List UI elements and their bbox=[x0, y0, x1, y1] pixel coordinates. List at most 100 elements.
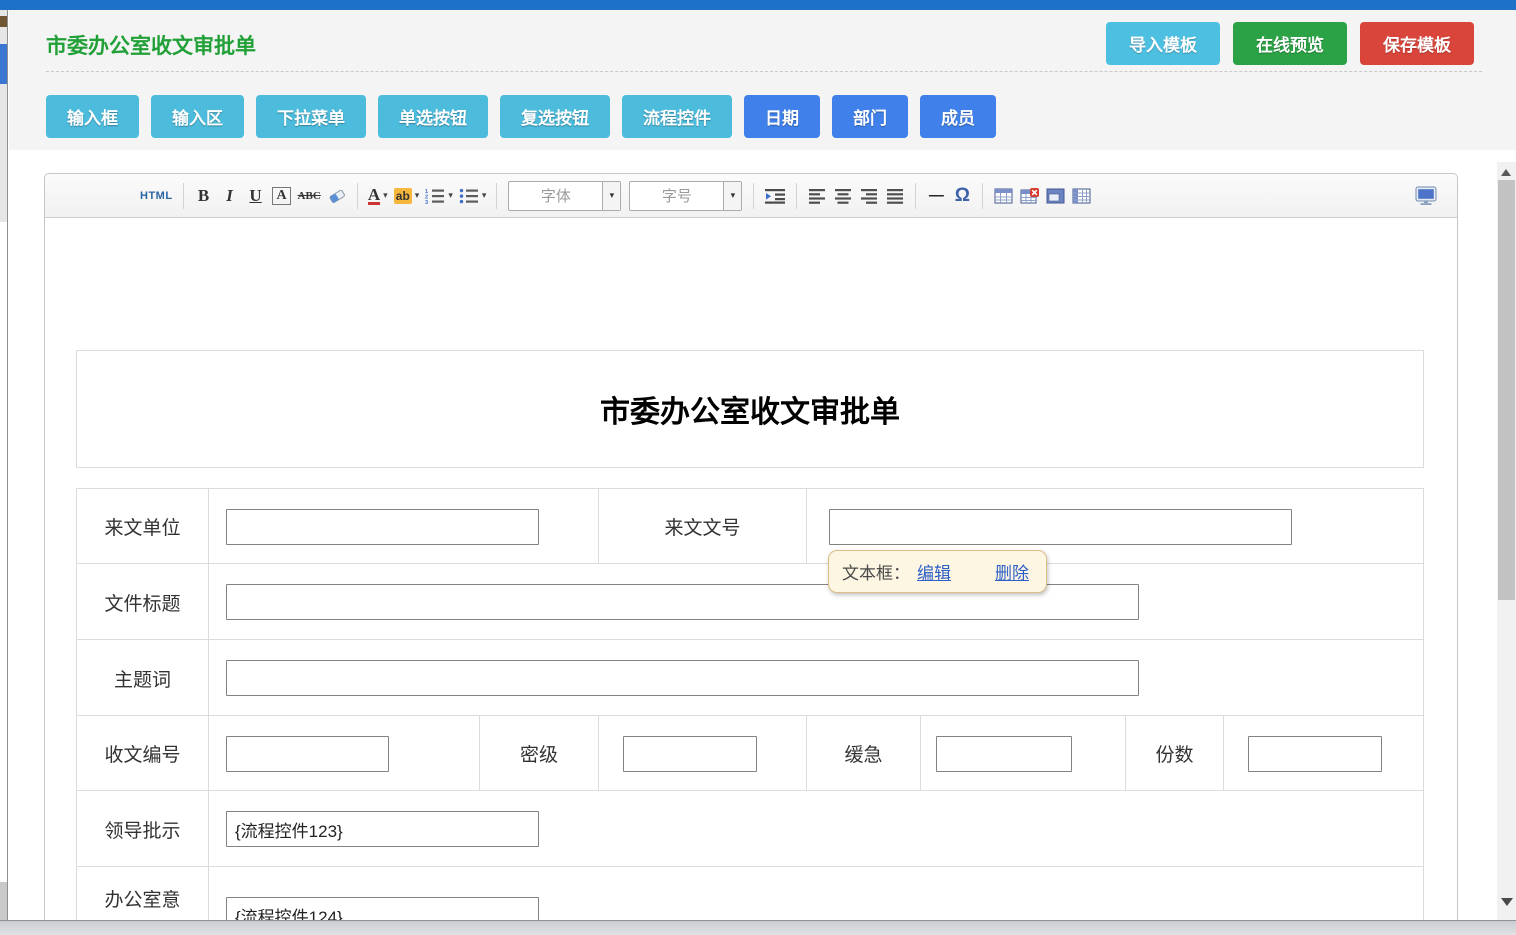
window-top-strip bbox=[0, 0, 1516, 10]
label-urgency: 缓急 bbox=[807, 716, 921, 791]
scrollbar-thumb[interactable] bbox=[1498, 180, 1515, 600]
toolbar-separator bbox=[357, 183, 358, 209]
palette-flow-control-button[interactable]: 流程控件 bbox=[622, 95, 732, 138]
table-delete-icon bbox=[1020, 188, 1039, 204]
label-doc-number: 来文文号 bbox=[599, 489, 807, 564]
background-window-edge bbox=[0, 10, 8, 935]
subject-input[interactable] bbox=[226, 660, 1139, 696]
palette-date-button[interactable]: 日期 bbox=[744, 95, 820, 138]
special-char-button[interactable]: Ω bbox=[949, 181, 975, 211]
chevron-down-icon: ▾ bbox=[723, 182, 741, 210]
receipt-no-input[interactable] bbox=[226, 736, 389, 772]
scroll-up-arrow-icon[interactable] bbox=[1501, 169, 1511, 176]
italic-button[interactable]: I bbox=[217, 181, 243, 211]
toolbar-separator bbox=[496, 183, 497, 209]
app-window: 市委办公室收文审批单 导入模板 在线预览 保存模板 输入框 输入区 下拉菜单 单… bbox=[0, 0, 1516, 935]
tooltip-label: 文本框： bbox=[842, 559, 910, 584]
table-properties-button[interactable] bbox=[1042, 181, 1068, 211]
table-row: 领导批示 bbox=[77, 791, 1423, 867]
eraser-button[interactable] bbox=[324, 181, 350, 211]
doc-number-input[interactable] bbox=[829, 509, 1292, 545]
palette-member-button[interactable]: 成员 bbox=[920, 95, 996, 138]
label-receipt-no: 收文编号 bbox=[77, 716, 209, 791]
font-size-select[interactable]: 字号 ▾ bbox=[629, 181, 742, 211]
copies-input[interactable] bbox=[1248, 736, 1382, 772]
cell-urgency bbox=[921, 716, 1126, 791]
online-preview-button[interactable]: 在线预览 bbox=[1233, 22, 1347, 65]
cell-doc-title bbox=[209, 564, 1423, 640]
table-properties-icon bbox=[1046, 188, 1065, 204]
cell-secrecy bbox=[599, 716, 807, 791]
unordered-list-button[interactable]: ▾ bbox=[456, 181, 490, 211]
font-family-select[interactable]: 字体 ▾ bbox=[508, 181, 621, 211]
bold-button[interactable]: B bbox=[191, 181, 217, 211]
palette-department-button[interactable]: 部门 bbox=[832, 95, 908, 138]
scroll-down-arrow-icon[interactable] bbox=[1501, 898, 1513, 906]
insert-table-button[interactable] bbox=[990, 181, 1016, 211]
palette-input-area-button[interactable]: 输入区 bbox=[151, 95, 244, 138]
underline-button[interactable]: U bbox=[243, 181, 269, 211]
control-palette: 输入框 输入区 下拉菜单 单选按钮 复选按钮 流程控件 日期 部门 成员 bbox=[46, 95, 996, 138]
save-template-button[interactable]: 保存模板 bbox=[1360, 22, 1474, 65]
table-icon bbox=[994, 188, 1013, 204]
cell-leader-comment bbox=[209, 791, 1423, 867]
source-unit-input[interactable] bbox=[226, 509, 539, 545]
urgency-input[interactable] bbox=[936, 736, 1072, 772]
font-color-button[interactable]: A ▾ bbox=[365, 181, 391, 211]
document-title-box: 市委办公室收文审批单 bbox=[76, 350, 1424, 468]
unordered-list-icon bbox=[459, 188, 479, 204]
toolbar-separator bbox=[183, 183, 184, 209]
palette-checkbox-button[interactable]: 复选按钮 bbox=[500, 95, 610, 138]
palette-radio-button[interactable]: 单选按钮 bbox=[378, 95, 488, 138]
editor-canvas[interactable]: 市委办公室收文审批单 来文单位 来文文号 文件标题 bbox=[45, 218, 1457, 934]
toolbar-separator bbox=[982, 183, 983, 209]
table-cells-icon bbox=[1072, 188, 1091, 204]
import-template-button[interactable]: 导入模板 bbox=[1106, 22, 1220, 65]
cell-receipt-no bbox=[209, 716, 480, 791]
label-doc-title: 文件标题 bbox=[77, 564, 209, 640]
delete-link[interactable]: 删除 bbox=[995, 559, 1029, 584]
table-row: 来文单位 来文文号 bbox=[77, 489, 1423, 564]
align-left-button[interactable] bbox=[804, 181, 830, 211]
align-right-icon bbox=[860, 188, 878, 204]
chevron-down-icon: ▾ bbox=[383, 190, 388, 201]
edit-link[interactable]: 编辑 bbox=[917, 559, 951, 584]
chevron-down-icon: ▾ bbox=[482, 190, 487, 201]
background-window-fragment bbox=[0, 44, 7, 84]
document-title: 市委办公室收文审批单 bbox=[600, 387, 900, 431]
highlight-color-button[interactable]: ab ▾ bbox=[391, 181, 423, 211]
vertical-scrollbar[interactable] bbox=[1497, 162, 1516, 920]
eraser-icon bbox=[327, 188, 347, 204]
align-center-icon bbox=[834, 188, 852, 204]
leader-comment-input[interactable] bbox=[226, 811, 539, 847]
header-divider bbox=[46, 71, 1482, 72]
textbox-context-tooltip: 文本框： 编辑 删除 bbox=[828, 550, 1047, 593]
cell-subject bbox=[209, 640, 1423, 716]
label-subject: 主题词 bbox=[77, 640, 209, 716]
align-left-icon bbox=[808, 188, 826, 204]
approval-form-table: 来文单位 来文文号 文件标题 bbox=[76, 488, 1424, 934]
rich-text-editor: HTML B I U A ABC A ▾ ab bbox=[44, 173, 1458, 935]
template-actions: 导入模板 在线预览 保存模板 bbox=[1106, 22, 1474, 65]
palette-dropdown-button[interactable]: 下拉菜单 bbox=[256, 95, 366, 138]
align-center-button[interactable] bbox=[830, 181, 856, 211]
delete-table-button[interactable] bbox=[1016, 181, 1042, 211]
label-copies: 份数 bbox=[1126, 716, 1224, 791]
palette-input-box-button[interactable]: 输入框 bbox=[46, 95, 139, 138]
indent-button[interactable] bbox=[761, 181, 789, 211]
justify-icon bbox=[886, 188, 904, 204]
horizontal-rule-button[interactable]: — bbox=[923, 181, 949, 211]
justify-button[interactable] bbox=[882, 181, 908, 211]
strikethrough-button[interactable]: ABC bbox=[295, 181, 324, 211]
monitor-icon bbox=[1414, 186, 1438, 206]
chevron-down-icon: ▾ bbox=[448, 190, 453, 201]
align-right-button[interactable] bbox=[856, 181, 882, 211]
font-frame-button[interactable]: A bbox=[269, 181, 295, 211]
html-source-button[interactable]: HTML bbox=[137, 181, 176, 211]
ordered-list-button[interactable]: 1 2 3 ▾ bbox=[422, 181, 456, 211]
table-cell-properties-button[interactable] bbox=[1068, 181, 1094, 211]
secrecy-input[interactable] bbox=[623, 736, 757, 772]
fullscreen-button[interactable] bbox=[1411, 181, 1441, 211]
label-secrecy: 密级 bbox=[480, 716, 599, 791]
toolbar-separator bbox=[915, 183, 916, 209]
